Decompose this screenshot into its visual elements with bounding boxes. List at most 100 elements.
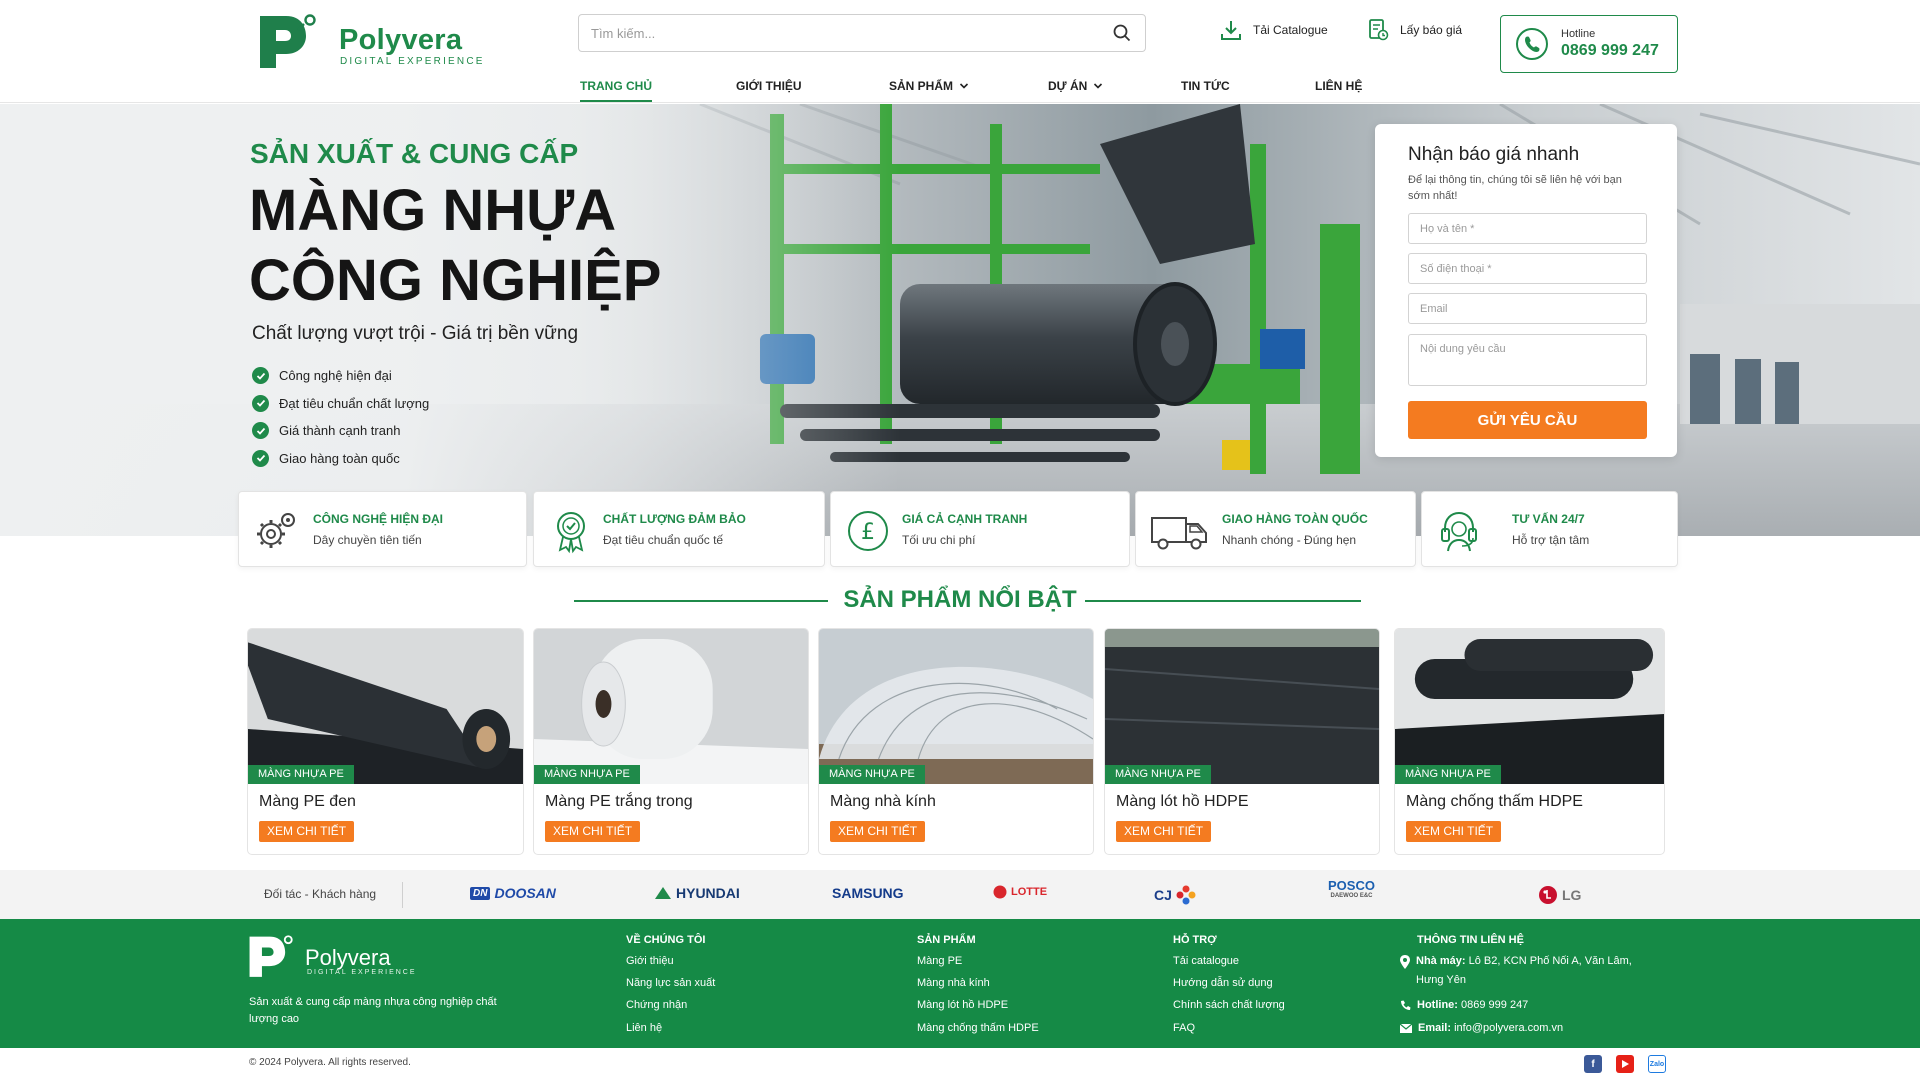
samsung-logo: SAMSUNG (832, 885, 904, 901)
nav-projects-label: DỰ ÁN (1048, 79, 1088, 93)
mail-icon (1400, 1024, 1412, 1033)
check-circle-icon (252, 367, 269, 385)
feature-card-technology: CÔNG NGHỆ HIỆN ĐẠI Dây chuyền tiên tiến (238, 491, 527, 567)
feature-title: GIÁ CẢ CẠNH TRANH (902, 512, 1028, 526)
hero-title: MÀNG NHỰA CÔNG NGHIỆP (249, 176, 662, 316)
product-card[interactable]: MÀNG NHỰA PE Màng PE đen XEM CHI TIẾT (247, 628, 524, 855)
footer-link[interactable]: Liên hệ (626, 1022, 662, 1034)
product-card[interactable]: MÀNG NHỰA PE Màng lót hồ HDPE XEM CHI TI… (1104, 628, 1380, 855)
footer-link[interactable]: Giới thiệu (626, 955, 674, 967)
facebook-icon[interactable]: f (1584, 1055, 1602, 1073)
view-detail-button[interactable]: XEM CHI TIẾT (259, 821, 355, 842)
download-catalogue-link[interactable]: Tải Catalogue (1219, 18, 1328, 42)
product-name[interactable]: Màng chống thấm HDPE (1406, 793, 1583, 811)
product-category-tag: MÀNG NHỰA PE (819, 765, 925, 784)
quote-form-title: Nhận báo giá nhanh (1408, 144, 1580, 165)
nav-news[interactable]: TIN TỨC (1181, 72, 1230, 100)
lg-logo: LG (1538, 885, 1581, 905)
email-field[interactable] (1408, 293, 1647, 324)
brand-tagline: DIGITAL EXPERIENCE (340, 56, 485, 67)
check-circle-icon (252, 394, 269, 412)
chevron-down-icon (1094, 83, 1103, 89)
search-icon (1113, 24, 1131, 42)
footer-link[interactable]: Màng chống thấm HDPE (917, 1022, 1039, 1034)
feature-title: GIAO HÀNG TOÀN QUỐC (1222, 512, 1368, 526)
view-detail-button[interactable]: XEM CHI TIẾT (1406, 821, 1502, 842)
product-name[interactable]: Màng nhà kính (830, 793, 936, 811)
product-card[interactable]: MÀNG NHỰA PE Màng chống thấm HDPE XEM CH… (1394, 628, 1665, 855)
footer-link[interactable]: Chính sách chất lượng (1173, 999, 1285, 1011)
search-input[interactable] (578, 14, 1146, 52)
view-detail-button[interactable]: XEM CHI TIẾT (830, 821, 926, 842)
hero-title-line-1: MÀNG NHỰA (249, 178, 617, 243)
benefit-item: Công nghệ hiện đại (252, 362, 429, 390)
download-icon (1221, 21, 1241, 40)
hyundai-logo: HYUNDAI (654, 885, 740, 901)
view-detail-button[interactable]: XEM CHI TIẾT (545, 821, 641, 842)
polyvera-logo-icon[interactable] (258, 10, 320, 72)
zalo-icon[interactable]: Zalo (1648, 1055, 1666, 1073)
hdpe-pond-liner-image (1105, 629, 1379, 784)
footer-link[interactable]: Hướng dẫn sử dụng (1173, 977, 1273, 989)
lotte-logo-text: LOTTE (1011, 886, 1048, 898)
benefit-text: Giao hàng toàn quốc (279, 450, 400, 466)
footer-link[interactable]: FAQ (1173, 1022, 1195, 1034)
nav-home-label: TRANG CHỦ (580, 79, 652, 93)
copyright-bar: © 2024 Polyvera. All rights reserved. f … (0, 1048, 1920, 1080)
partners-divider (402, 882, 403, 908)
benefit-item: Giao hàng toàn quốc (252, 445, 429, 473)
footer-link[interactable]: Màng PE (917, 955, 962, 967)
product-name[interactable]: Màng lót hồ HDPE (1116, 793, 1249, 811)
footer-email[interactable]: Email: info@polyvera.com.vn (1400, 1019, 1563, 1038)
doosan-logo-text: DOOSAN (494, 885, 556, 901)
feature-subtitle: Đạt tiêu chuẩn quốc tế (603, 533, 724, 547)
feature-card-price: £ GIÁ CẢ CẠNH TRANH Tối ưu chi phí (830, 491, 1130, 567)
product-name[interactable]: Màng PE trắng trong (545, 793, 693, 811)
benefit-text: Đạt tiêu chuẩn chất lượng (279, 395, 430, 411)
name-field[interactable] (1408, 213, 1647, 244)
nav-projects[interactable]: DỰ ÁN (1048, 72, 1103, 100)
benefit-text: Giá thành cạnh tranh (279, 423, 401, 439)
nav-contact-label: LIÊN HỆ (1315, 79, 1363, 93)
footer-link[interactable]: Chứng nhận (626, 999, 687, 1011)
footer-link[interactable]: Tải catalogue (1173, 955, 1239, 967)
submit-request-button[interactable]: GỬI YÊU CẦU (1408, 401, 1647, 439)
truck-icon (1151, 517, 1207, 550)
footer-link[interactable]: Năng lực sản xuất (626, 977, 715, 989)
feature-card-quality: CHẤT LƯỢNG ĐẢM BẢO Đạt tiêu chuẩn quốc t… (533, 491, 825, 567)
nav-contact[interactable]: LIÊN HỆ (1315, 72, 1362, 100)
chevron-down-icon (959, 83, 969, 89)
nav-about[interactable]: GIỚI THIỆU (736, 72, 802, 100)
search-button[interactable] (1106, 18, 1138, 48)
feature-subtitle: Dây chuyền tiên tiến (313, 533, 422, 547)
samsung-logo-text: SAMSUNG (832, 885, 904, 901)
footer-hotline[interactable]: Hotline: 0869 999 247 (1400, 996, 1528, 1015)
nav-products[interactable]: SẢN PHẨM (889, 72, 969, 100)
product-name[interactable]: Màng PE đen (259, 793, 356, 811)
black-pe-roll-image (248, 629, 523, 784)
section-title-line-right (1085, 600, 1361, 602)
benefit-item: Đạt tiêu chuẩn chất lượng (252, 390, 429, 418)
product-card[interactable]: MÀNG NHỰA PE Màng PE trắng trong XEM CHI… (533, 628, 809, 855)
footer-link[interactable]: Màng nhà kính (917, 977, 990, 989)
get-quote-link[interactable]: Lấy báo giá (1366, 18, 1462, 42)
brand-name[interactable]: Polyvera (339, 24, 462, 57)
check-circle-icon (252, 422, 269, 440)
nav-home[interactable]: TRANG CHỦ (580, 72, 652, 102)
cj-logo-text: CJ (1154, 887, 1172, 903)
message-field[interactable] (1408, 334, 1647, 386)
product-category-tag: MÀNG NHỰA PE (248, 765, 354, 784)
view-detail-button[interactable]: XEM CHI TIẾT (1116, 821, 1212, 842)
youtube-icon[interactable] (1616, 1055, 1634, 1073)
nav-products-label: SẢN PHẨM (889, 79, 954, 93)
footer-link[interactable]: Màng lót hồ HDPE (917, 999, 1008, 1011)
footer-email-label: Email: (1418, 1022, 1452, 1034)
polyvera-footer-logo-icon[interactable] (248, 932, 296, 980)
feature-title: CÔNG NGHỆ HIỆN ĐẠI (313, 512, 444, 526)
white-pe-roll-image (534, 629, 808, 784)
quote-form-description: Để lại thông tin, chúng tôi sẽ liên hệ v… (1408, 174, 1622, 202)
feature-card-delivery: GIAO HÀNG TOÀN QUỐC Nhanh chóng - Đúng h… (1135, 491, 1416, 567)
product-card[interactable]: MÀNG NHỰA PE Màng nhà kính XEM CHI TIẾT (818, 628, 1094, 855)
phone-field[interactable] (1408, 253, 1647, 284)
hotline-box[interactable]: Hotline 0869 999 247 (1500, 15, 1678, 73)
